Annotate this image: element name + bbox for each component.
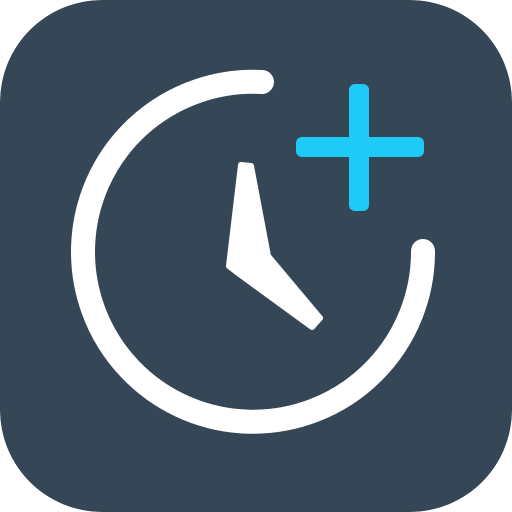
add-timer-app-icon[interactable] — [0, 0, 512, 512]
screenshot-canvas — [0, 0, 512, 512]
clock-with-plus-icon — [0, 0, 512, 512]
